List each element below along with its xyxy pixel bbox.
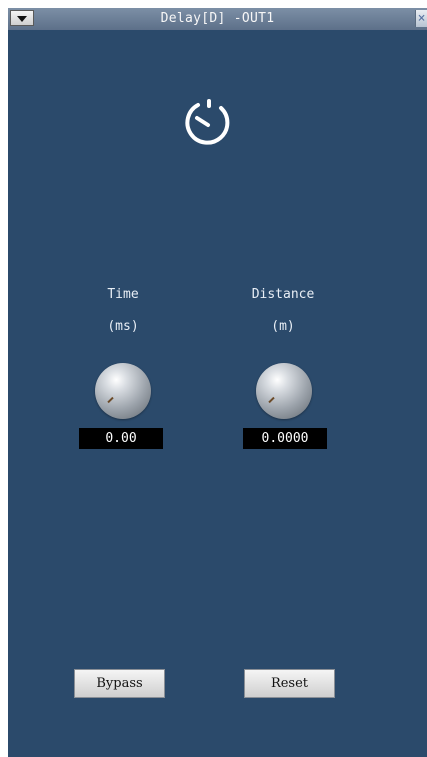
title-bar: Delay[D] -OUT1 × (8, 8, 427, 30)
window-title: Delay[D] -OUT1 (160, 11, 275, 26)
distance-value-field[interactable]: 0.0000 (243, 428, 327, 449)
time-value-field[interactable]: 0.00 (79, 428, 163, 449)
time-knob[interactable] (95, 363, 151, 419)
time-unit-label: (ms) (107, 319, 139, 334)
close-icon: × (417, 11, 426, 26)
distance-knob[interactable] (256, 363, 312, 419)
reset-button[interactable]: Reset (244, 669, 335, 698)
delay-window: Delay[D] -OUT1 × Time (ms) 0.00 Distance… (8, 8, 427, 757)
bypass-button[interactable]: Bypass (74, 669, 165, 698)
time-label: Time (107, 287, 139, 302)
distance-label: Distance (251, 287, 315, 302)
timer-icon (185, 99, 230, 145)
close-button[interactable]: × (415, 10, 427, 27)
distance-unit-label: (m) (271, 319, 295, 334)
